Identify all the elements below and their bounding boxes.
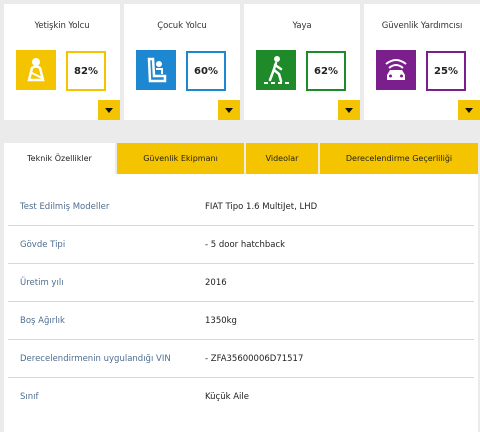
card-adult-occupant: Yetişkin Yolcu 82% [4, 4, 120, 120]
expand-button[interactable] [338, 100, 360, 120]
expand-button[interactable] [218, 100, 240, 120]
chevron-down-icon [465, 107, 473, 113]
spec-label: Test Edilmiş Modeller [20, 202, 110, 212]
expand-button[interactable] [98, 100, 120, 120]
score-percent: 60% [186, 51, 226, 91]
card-child-occupant: Çocuk Yolcu 60% [124, 4, 240, 120]
chevron-down-icon [345, 107, 353, 113]
child-seat-icon [136, 50, 176, 90]
spec-value: 2016 [205, 278, 227, 288]
score-percent: 82% [66, 51, 106, 91]
card-safety-assist: Güvenlik Yardımcısı 25% [364, 4, 480, 120]
chevron-down-icon [225, 107, 233, 113]
tab-technical-specs[interactable]: Teknik Özellikler [4, 143, 115, 174]
spec-label: Boş Ağırlık [20, 316, 65, 326]
card-pedestrian: Yaya 62% [244, 4, 360, 120]
spec-row: Gövde Tipi - 5 door hatchback [8, 226, 474, 264]
spec-value: 1350kg [205, 316, 237, 326]
adult-occupant-icon [16, 50, 56, 90]
card-title: Çocuk Yolcu [157, 21, 207, 31]
spec-row: Derecelendirmenin uygulandığı VIN - ZFA3… [8, 340, 474, 378]
card-title: Yaya [292, 21, 312, 31]
spec-label: Derecelendirmenin uygulandığı VIN [20, 354, 171, 364]
spec-row: Sınıf Küçük Aile [8, 378, 474, 416]
safety-assist-icon [376, 50, 416, 90]
tab-safety-equipment[interactable]: Güvenlik Ekipmanı [117, 143, 244, 174]
spec-label: Gövde Tipi [20, 240, 66, 250]
tab-bar: Teknik Özellikler Güvenlik Ekipmanı Vide… [4, 143, 478, 174]
pedestrian-icon [256, 50, 296, 90]
chevron-down-icon [105, 107, 113, 113]
spec-label: Sınıf [20, 392, 39, 402]
card-title: Güvenlik Yardımcısı [381, 21, 463, 31]
spec-label: Üretim yılı [20, 278, 64, 288]
spec-value: - ZFA35600006D71517 [205, 354, 304, 364]
technical-specs-panel: Test Edilmiş Modeller FIAT Tipo 1.6 Mult… [4, 174, 478, 432]
tab-rating-validity[interactable]: Derecelendirme Geçerliliği [320, 143, 478, 174]
expand-button[interactable] [458, 100, 480, 120]
tab-videos[interactable]: Videolar [246, 143, 318, 174]
spec-row: Boş Ağırlık 1350kg [8, 302, 474, 340]
spec-value: FIAT Tipo 1.6 MultiJet, LHD [205, 202, 318, 212]
spec-row: Test Edilmiş Modeller FIAT Tipo 1.6 Mult… [8, 188, 474, 226]
score-percent: 62% [306, 51, 346, 91]
spec-row: Üretim yılı 2016 [8, 264, 474, 302]
spec-value: - 5 door hatchback [205, 240, 286, 250]
rating-cards: Yetişkin Yolcu 82% Çocuk Yolcu 60% Yaya [0, 0, 480, 122]
spec-value: Küçük Aile [205, 392, 249, 402]
card-title: Yetişkin Yolcu [34, 21, 90, 31]
score-percent: 25% [426, 51, 466, 91]
